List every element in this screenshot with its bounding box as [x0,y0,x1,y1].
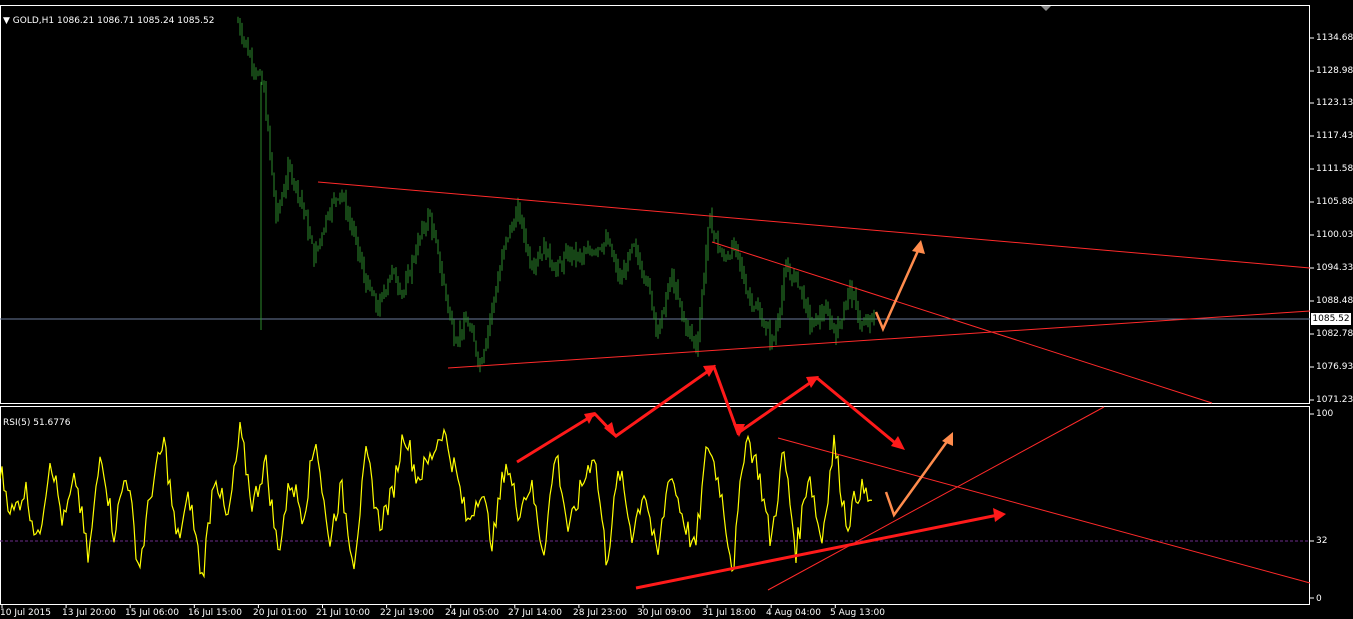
price-axis-label: 1128.98 [1316,66,1353,76]
chart-header: ▼ GOLD,H1 1086.21 1086.71 1085.24 1085.5… [3,8,214,27]
time-axis-label: 10 Jul 2015 [0,608,51,618]
rsi-ascending-trendline [767,406,1105,591]
price-axis-label: 1076.93 [1316,362,1353,372]
rsi-descending-trendline [777,437,1311,584]
rsi-axis-label: 100 [1316,409,1334,419]
orange-projection-arrow-rsi [884,435,953,518]
symbol-label: GOLD,H1 [12,16,55,26]
time-axis-label: 15 Jul 06:00 [125,608,179,618]
rsi-panel-border [0,406,1310,605]
time-axis-label: 4 Aug 04:00 [766,608,821,618]
time-axis-label: 21 Jul 10:00 [316,608,370,618]
time-axis-label: 28 Jul 23:00 [573,608,627,618]
orange-projection-arrow-main [874,243,923,333]
price-axis-label: 1134.68 [1316,33,1353,43]
orange-arrowhead-rsi [942,432,953,446]
chart-canvas[interactable] [0,0,1353,619]
time-axis-label: 16 Jul 15:00 [188,608,242,618]
time-axis-label: 20 Jul 01:00 [253,608,307,618]
price-axis-label: 1117.43 [1316,131,1353,141]
price-axis-label: 1088.48 [1316,296,1353,306]
price-axis-label: 1111.58 [1316,164,1353,174]
rsi-line [0,422,873,579]
upper-resistance-trendline [317,181,1311,269]
price-axis-label: 1100.03 [1316,230,1353,240]
scroll-marker-icon[interactable] [1041,6,1051,11]
main-chart-border [0,5,1310,404]
price-axis-label: 1105.88 [1316,197,1353,207]
price-axis-label: 1123.13 [1316,98,1353,108]
time-axis-label: 13 Jul 20:00 [62,608,116,618]
rsi-header: RSI(5) 51.6776 [3,410,70,429]
rsi-axis-label: 0 [1316,594,1322,604]
rsi-red-uptrend-arrow [635,513,999,590]
time-axis-label: 27 Jul 14:00 [508,608,562,618]
red-arrowhead-5 [806,376,819,388]
rsi-label: RSI(5) 51.6776 [3,418,71,428]
time-axis-label: 5 Aug 13:00 [830,608,885,618]
time-axis-label: 30 Jul 09:00 [637,608,691,618]
price-axis-label: 1094.33 [1316,263,1353,273]
red-zigzag-arrows [516,364,901,464]
rsi-red-arrowhead [993,508,1006,522]
dropdown-caret-icon[interactable]: ▼ [3,16,10,26]
time-axis-label: 31 Jul 18:00 [702,608,756,618]
price-axis-label: 1071.23 [1316,395,1353,405]
ohlc-values: 1086.21 1086.71 1085.24 1085.52 [57,16,215,26]
current-price-tag: 1085.52 [1311,313,1351,325]
orange-arrowhead-main [912,240,925,254]
price-axis-label: 1082.78 [1316,329,1353,339]
rsi-axis-label: 32 [1316,536,1328,546]
time-axis-label: 22 Jul 19:00 [380,608,434,618]
time-axis-label: 24 Jul 05:00 [445,608,499,618]
